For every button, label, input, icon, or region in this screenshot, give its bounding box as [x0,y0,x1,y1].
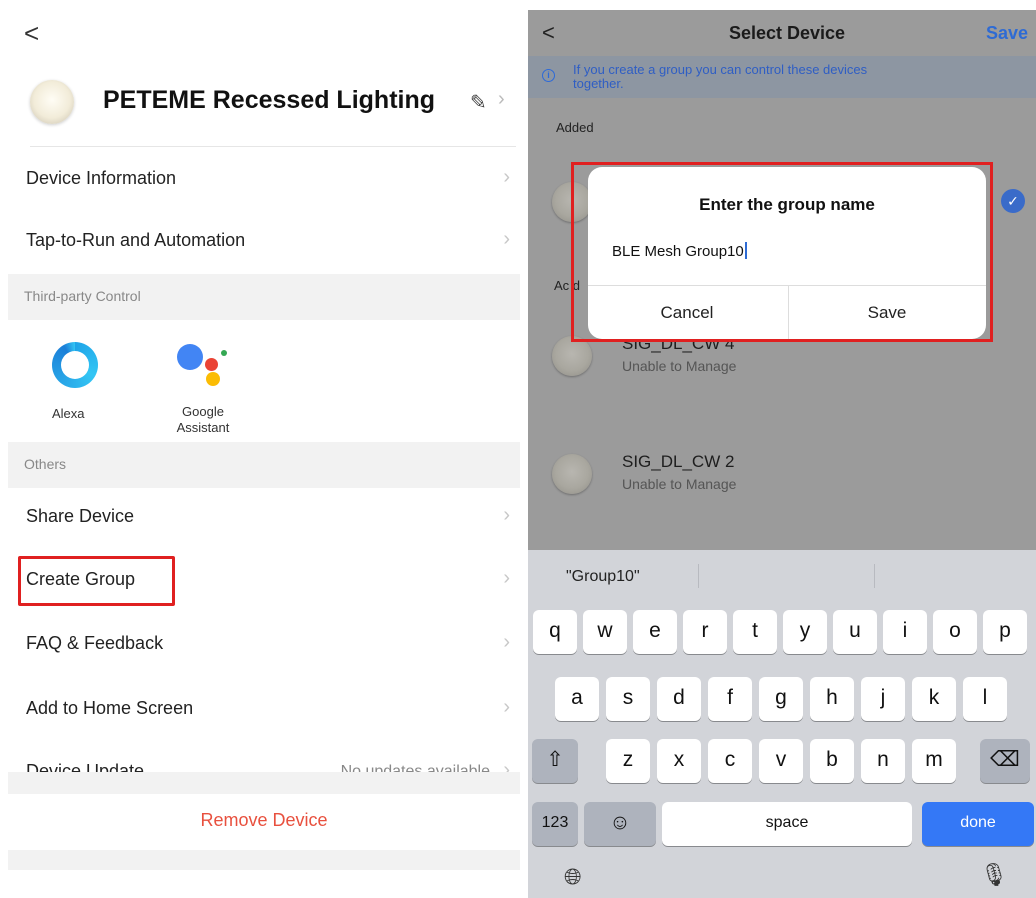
device-status: Unable to Manage [622,476,737,492]
menu-item-share-device[interactable]: Share Device › [8,488,520,548]
menu-item-label: Share Device [26,506,135,526]
google-assistant-label: Google Assistant [168,404,238,436]
spacer [8,850,520,870]
save-button[interactable]: Save [986,23,1028,44]
key-r[interactable]: r [683,610,727,654]
space-key[interactable]: space [662,802,912,846]
back-button[interactable]: < [24,18,39,49]
key-n[interactable]: n [861,739,905,783]
menu-item-tap-to-run[interactable]: Tap-to-Run and Automation › [8,212,520,272]
key-p[interactable]: p [983,610,1027,654]
highlight-box [571,162,993,342]
page-title: Select Device [728,23,846,43]
divider [30,146,516,147]
menu-item-faq-feedback[interactable]: FAQ & Feedback › [8,615,520,675]
info-text: If you create a group you can control th… [573,62,868,91]
key-x[interactable]: x [657,739,701,783]
alexa-label: Alexa [52,406,85,421]
divider [874,564,875,588]
key-u[interactable]: u [833,610,877,654]
device-header[interactable]: PETEME Recessed Lighting ✎ › [30,78,520,128]
google-label-line1: Google [182,404,224,419]
device-title: PETEME Recessed Lighting [103,86,436,114]
section-header-third-party: Third-party Control [8,274,520,320]
numbers-key[interactable]: 123 [532,802,578,846]
highlight-box [18,556,175,606]
globe-icon[interactable]: 🌐︎ [564,864,582,890]
info-icon: i [542,69,555,82]
device-status: Unable to Manage [622,358,737,374]
key-v[interactable]: v [759,739,803,783]
select-device-screen: < Select Device Save i If you create a g… [528,10,1036,898]
edit-icon[interactable]: ✎ [470,90,487,115]
key-a[interactable]: a [555,677,599,721]
key-i[interactable]: i [883,610,927,654]
chevron-right-icon: › [503,228,510,250]
device-name: SIG_DL_CW 2 [622,452,735,471]
chevron-right-icon: › [503,631,510,653]
device-row[interactable]: SIG_DL_CW 2 Unable to Manage [528,440,1036,510]
key-e[interactable]: e [633,610,677,654]
menu-item-label: FAQ & Feedback [26,633,164,653]
chevron-right-icon: › [503,567,510,589]
google-label-line2: Assistant [176,420,230,435]
third-party-control: Alexa Google Assistant [8,320,520,442]
key-d[interactable]: d [657,677,701,721]
google-dot-red [205,358,218,371]
key-t[interactable]: t [733,610,777,654]
key-z[interactable]: z [606,739,650,783]
suggestion-word[interactable]: "Group10" [566,568,640,586]
chevron-right-icon: › [503,504,510,526]
device-thumbnail [30,80,74,124]
keyboard-bottom-bar: 🌐︎ 🎙︎ [528,860,1036,898]
section-label: Others [24,456,67,472]
microphone-icon[interactable]: 🎙︎ [980,862,1008,888]
key-q[interactable]: q [533,610,577,654]
google-dot-yellow [206,372,220,386]
device-thumbnail [552,336,592,376]
key-m[interactable]: m [912,739,956,783]
google-dot-blue [177,344,203,370]
remove-device-button[interactable]: Remove Device [8,794,520,850]
key-l[interactable]: l [963,677,1007,721]
key-b[interactable]: b [810,739,854,783]
chevron-right-icon: › [498,88,505,110]
done-key[interactable]: done [922,802,1034,846]
device-settings-panel: < PETEME Recessed Lighting ✎ › Device In… [0,0,520,898]
key-c[interactable]: c [708,739,752,783]
key-h[interactable]: h [810,677,854,721]
chevron-right-icon: › [503,696,510,718]
device-thumbnail [552,454,592,494]
menu-item-label: Add to Home Screen [26,698,194,718]
nav-bar: < Select Device Save [528,10,1036,56]
key-s[interactable]: s [606,677,650,721]
shift-key[interactable]: ⇧ [532,739,578,783]
section-header-others: Others [8,442,520,488]
menu-item-device-information[interactable]: Device Information › [8,150,520,210]
suggestion-bar: "Group10" [528,550,1036,602]
key-g[interactable]: g [759,677,803,721]
spacer [8,772,520,794]
key-k[interactable]: k [912,677,956,721]
chevron-right-icon: › [503,166,510,188]
alexa-icon[interactable] [52,342,98,388]
key-o[interactable]: o [933,610,977,654]
divider [698,564,699,588]
keyboard: "Group10" q w e r t y u i o p a s d f g … [528,550,1036,898]
emoji-key[interactable]: ☺ [584,802,656,846]
google-dot-green [221,350,227,356]
menu-item-add-to-home-screen[interactable]: Add to Home Screen › [8,680,520,740]
section-added: Added [556,120,594,135]
menu-item-label: Tap-to-Run and Automation [26,230,246,250]
section-label: Third-party Control [24,288,141,304]
key-y[interactable]: y [783,610,827,654]
checkmark-icon[interactable]: ✓ [1001,189,1025,213]
info-banner: i If you create a group you can control … [528,56,1036,98]
menu-item-label: Device Information [26,168,177,188]
key-w[interactable]: w [583,610,627,654]
backspace-key[interactable]: ⌫ [980,739,1030,783]
key-f[interactable]: f [708,677,752,721]
key-j[interactable]: j [861,677,905,721]
